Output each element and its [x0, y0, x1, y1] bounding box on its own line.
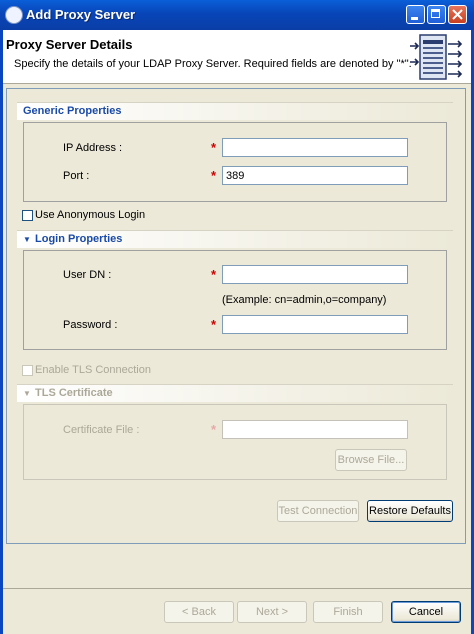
window-frame-left	[0, 30, 3, 634]
test-connection-button[interactable]: Test Connection	[277, 500, 359, 522]
required-marker: *	[211, 168, 217, 183]
server-icon	[410, 34, 463, 80]
section-generic-properties: Generic Properties	[17, 102, 453, 120]
bottom-separator	[0, 588, 474, 589]
maximize-icon	[431, 9, 440, 18]
anonymous-login-checkbox[interactable]: Use Anonymous Login	[22, 209, 145, 221]
chevron-down-icon: ▼	[23, 389, 31, 398]
required-marker: *	[211, 317, 217, 332]
maximize-button[interactable]	[427, 5, 446, 24]
minimize-button[interactable]	[406, 5, 425, 24]
checkbox-box[interactable]	[22, 364, 33, 376]
required-marker: *	[211, 140, 217, 155]
wizard-header: Proxy Server Details Specify the details…	[0, 30, 474, 84]
certificate-file-input[interactable]	[222, 420, 408, 439]
user-dn-example: (Example: cn=admin,o=company)	[222, 294, 387, 306]
section-login-properties[interactable]: ▼ Login Properties	[17, 230, 453, 248]
cancel-button[interactable]: Cancel	[391, 601, 461, 623]
port-input[interactable]	[222, 166, 408, 185]
password-label: Password :	[63, 319, 118, 331]
port-label: Port :	[63, 170, 90, 182]
title-bar[interactable]: Add Proxy Server	[0, 0, 474, 31]
required-marker: *	[211, 422, 217, 437]
next-button[interactable]: Next >	[237, 601, 307, 623]
ip-address-input[interactable]	[222, 138, 408, 157]
ip-address-label: IP Address :	[63, 142, 123, 154]
generic-properties-box	[23, 122, 447, 202]
certificate-file-label: Certificate File :	[63, 424, 140, 436]
enable-tls-checkbox[interactable]: Enable TLS Connection	[22, 364, 151, 376]
finish-button[interactable]: Finish	[313, 601, 383, 623]
close-icon	[452, 9, 463, 20]
page-description: Specify the details of your LDAP Proxy S…	[14, 58, 412, 70]
browse-file-button[interactable]: Browse File...	[335, 449, 407, 471]
chevron-down-icon: ▼	[23, 235, 31, 244]
app-icon	[5, 6, 23, 24]
restore-defaults-button[interactable]: Restore Defaults	[367, 500, 453, 522]
enable-tls-label: Enable TLS Connection	[35, 364, 151, 376]
window-title: Add Proxy Server	[26, 7, 136, 22]
user-dn-input[interactable]	[222, 265, 408, 284]
section-title: Generic Properties	[23, 105, 122, 117]
section-title: TLS Certificate	[35, 387, 113, 399]
section-title: Login Properties	[35, 233, 123, 245]
anonymous-login-label: Use Anonymous Login	[35, 209, 146, 221]
password-input[interactable]	[222, 315, 408, 334]
minimize-icon	[411, 17, 418, 20]
checkbox-box[interactable]	[22, 209, 33, 221]
user-dn-label: User DN :	[63, 269, 112, 281]
section-tls-certificate[interactable]: ▼ TLS Certificate	[17, 384, 453, 402]
required-marker: *	[211, 267, 217, 282]
page-title: Proxy Server Details	[6, 37, 133, 52]
close-button[interactable]	[448, 5, 467, 24]
back-button[interactable]: < Back	[164, 601, 234, 623]
